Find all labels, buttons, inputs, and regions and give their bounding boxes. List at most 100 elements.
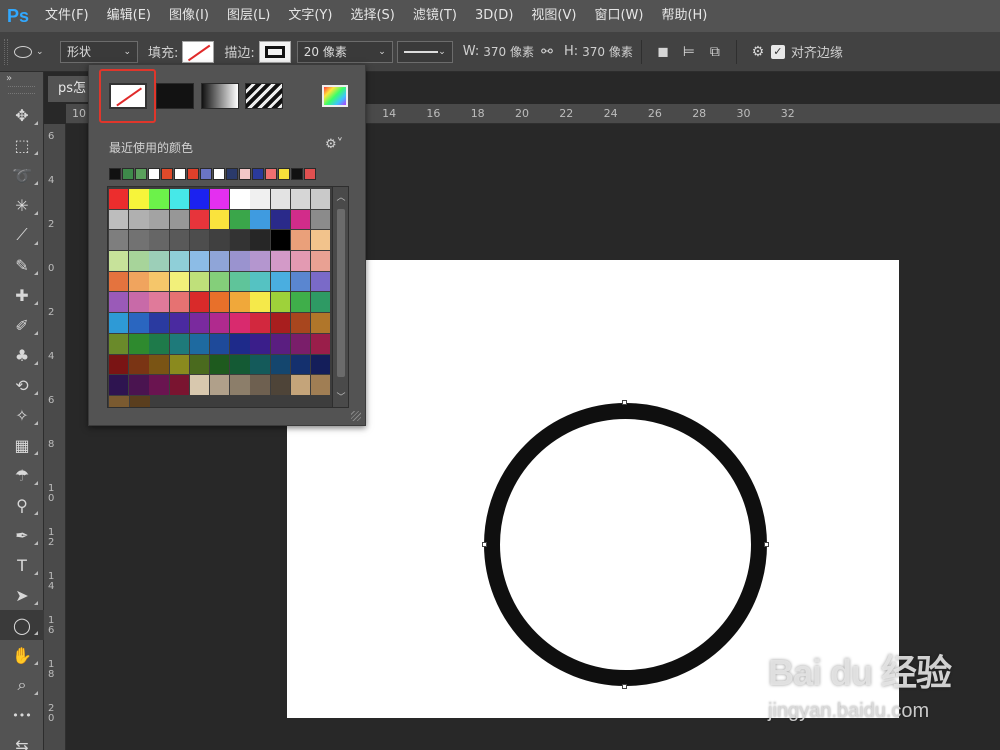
path-alignment-icon[interactable]: ⊨ [676, 40, 702, 64]
anchor-point-bottom[interactable] [622, 684, 627, 689]
height-field[interactable]: 370 像素 [582, 43, 633, 60]
color-swatch[interactable] [290, 251, 311, 271]
menu-item-4[interactable]: 文字(Y) [279, 0, 341, 32]
menu-item-1[interactable]: 编辑(E) [98, 0, 160, 32]
color-swatch[interactable] [250, 375, 270, 395]
color-swatch[interactable] [149, 292, 169, 313]
anchor-point-left[interactable] [482, 542, 487, 547]
recent-color-swatch[interactable] [148, 168, 160, 180]
color-swatch[interactable] [230, 375, 250, 395]
color-swatch[interactable] [250, 189, 270, 209]
pen-icon[interactable]: ✒ [0, 520, 44, 550]
color-swatch[interactable] [310, 333, 331, 354]
color-swatch[interactable] [129, 209, 149, 230]
color-swatch[interactable] [270, 292, 290, 313]
color-swatch[interactable] [109, 375, 129, 395]
menu-item-5[interactable]: 选择(S) [341, 0, 403, 32]
color-swatch[interactable] [310, 271, 331, 292]
color-swatch[interactable] [169, 375, 189, 395]
color-swatch[interactable] [169, 313, 189, 333]
fill-swatch-button[interactable] [182, 40, 215, 63]
color-swatch[interactable] [209, 251, 230, 271]
color-swatch[interactable] [250, 292, 270, 313]
color-swatch[interactable] [169, 292, 189, 313]
color-swatch[interactable] [290, 375, 311, 395]
color-swatch[interactable] [290, 209, 311, 230]
width-field[interactable]: 370 像素 [483, 43, 534, 60]
color-swatch[interactable] [230, 189, 250, 209]
marquee-icon[interactable]: ⬚ [0, 130, 44, 160]
color-swatch[interactable] [250, 354, 270, 375]
menu-item-0[interactable]: 文件(F) [36, 0, 98, 32]
color-swatch[interactable] [270, 209, 290, 230]
color-swatch[interactable] [290, 271, 311, 292]
color-swatch[interactable] [129, 251, 149, 271]
color-swatch[interactable] [209, 271, 230, 292]
path-select-icon[interactable]: ➤ [0, 580, 44, 610]
recent-color-swatch[interactable] [161, 168, 173, 180]
gradient-icon[interactable]: ▦ [0, 430, 44, 460]
menu-item-9[interactable]: 窗口(W) [585, 0, 652, 32]
stamp-icon[interactable]: ♣ [0, 340, 44, 370]
color-swatch[interactable] [250, 251, 270, 271]
color-swatch[interactable] [149, 354, 169, 375]
color-swatch[interactable] [189, 375, 210, 395]
ellipse-shape-layer[interactable] [484, 403, 767, 686]
tool-preset-picker[interactable]: ⌄ [14, 40, 56, 64]
swatch-scrollbar[interactable]: ︿ ﹀ [332, 187, 348, 407]
color-swatch[interactable] [290, 354, 311, 375]
color-swatch[interactable] [189, 209, 210, 230]
color-swatch[interactable] [129, 271, 149, 292]
color-swatch[interactable] [290, 189, 311, 209]
color-swatch[interactable] [230, 230, 250, 251]
color-swatch[interactable] [250, 271, 270, 292]
collapse-icon[interactable]: » [0, 72, 43, 86]
color-swatch[interactable] [129, 395, 150, 407]
color-swatch[interactable] [109, 271, 129, 292]
color-swatch[interactable] [209, 333, 230, 354]
color-swatch[interactable] [270, 313, 290, 333]
resize-grip-icon[interactable] [351, 411, 361, 421]
menu-item-10[interactable]: 帮助(H) [652, 0, 716, 32]
type-icon[interactable]: T [0, 550, 44, 580]
color-swatch[interactable] [250, 230, 270, 251]
scroll-thumb[interactable] [337, 209, 345, 377]
gradient-button[interactable] [201, 83, 239, 109]
align-edges-checkbox[interactable]: ✓ [770, 44, 785, 59]
color-swatch[interactable] [230, 251, 250, 271]
stroke-width-field[interactable]: 20 像素 ⌄ [296, 40, 393, 63]
color-swatch[interactable] [149, 375, 169, 395]
color-swatch[interactable] [149, 313, 169, 333]
color-swatch[interactable] [169, 230, 189, 251]
menu-item-2[interactable]: 图像(I) [160, 0, 218, 32]
path-arrangement-icon[interactable]: ⧉ [702, 40, 728, 64]
color-swatch[interactable] [230, 292, 250, 313]
color-swatch[interactable] [109, 313, 129, 333]
color-swatch[interactable] [129, 354, 149, 375]
stroke-type-dropdown[interactable]: ⌄ [396, 40, 453, 63]
color-swatch[interactable] [129, 292, 149, 313]
eraser-icon[interactable]: ✧ [0, 400, 44, 430]
color-swatch[interactable] [209, 189, 230, 209]
healing-brush-icon[interactable]: ✚ [0, 280, 44, 310]
menu-item-6[interactable]: 滤镜(T) [404, 0, 466, 32]
color-swatch[interactable] [250, 313, 270, 333]
more-icon[interactable]: ••• [0, 700, 44, 730]
zoom-icon[interactable]: ⌕ [0, 670, 44, 700]
color-swatch[interactable] [270, 333, 290, 354]
color-swatch[interactable] [169, 251, 189, 271]
color-swatch[interactable] [310, 313, 331, 333]
color-swap-icon[interactable]: ⇆ [0, 730, 44, 750]
color-swatch[interactable] [290, 313, 311, 333]
eyedropper-icon[interactable]: ✎ [0, 250, 44, 280]
color-swatch[interactable] [149, 333, 169, 354]
crop-icon[interactable]: ⟋ [0, 220, 44, 250]
recent-color-swatch[interactable] [174, 168, 186, 180]
color-swatch[interactable] [189, 251, 210, 271]
color-swatch[interactable] [149, 251, 169, 271]
magic-wand-icon[interactable]: ✳ [0, 190, 44, 220]
color-swatch[interactable] [129, 333, 149, 354]
recent-color-swatch[interactable] [291, 168, 303, 180]
color-swatch[interactable] [149, 271, 169, 292]
anchor-point-right[interactable] [764, 542, 769, 547]
